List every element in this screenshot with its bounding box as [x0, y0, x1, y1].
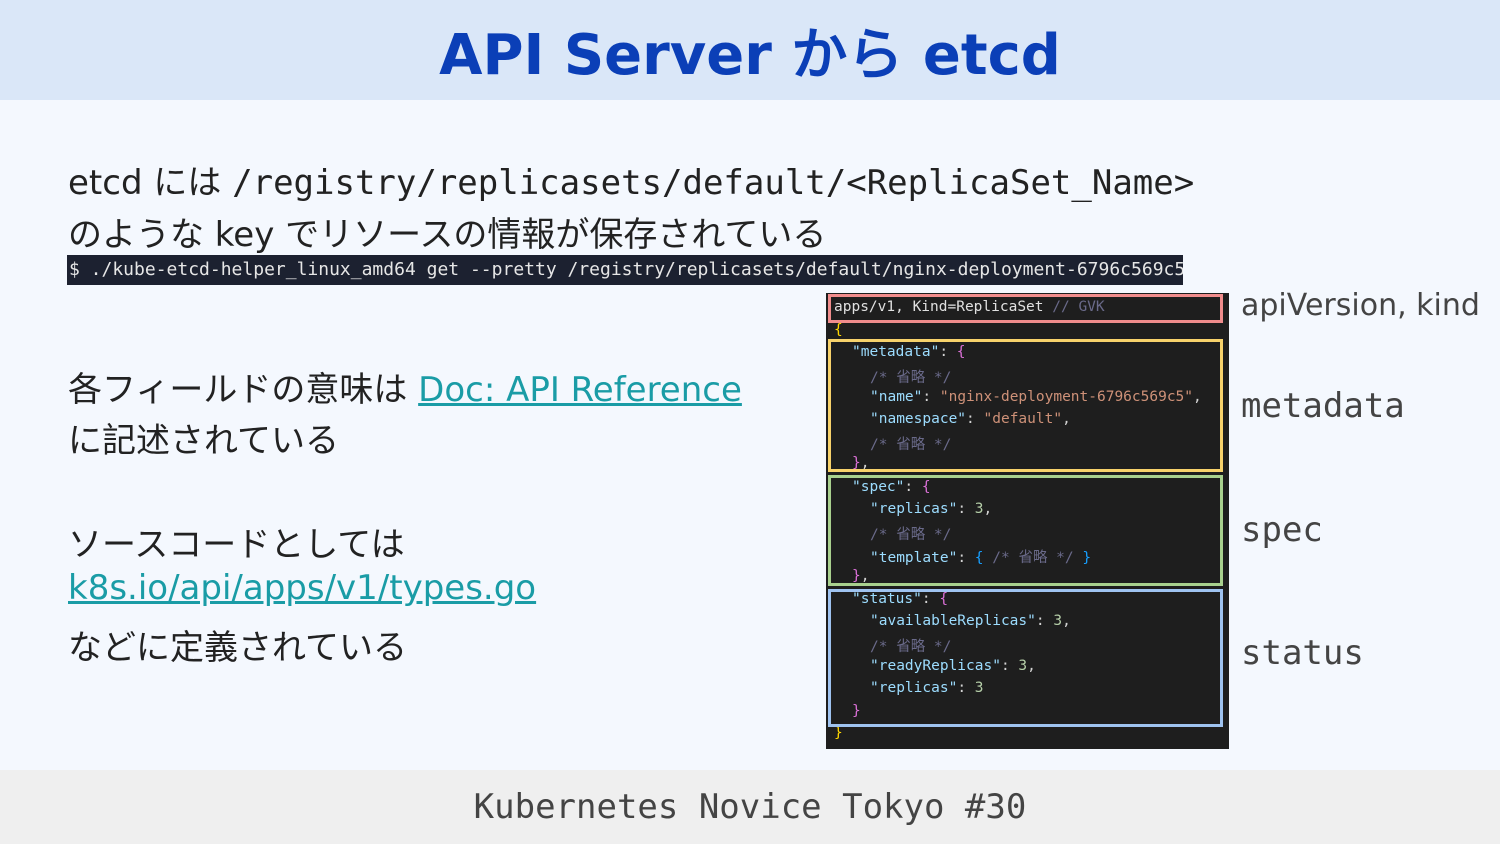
label-metadata: metadata — [1241, 386, 1405, 426]
label-apiversion-kind: apiVersion, kind — [1241, 288, 1480, 323]
slide-footer: Kubernetes Novice Tokyo #30 — [0, 770, 1500, 844]
source-line-3: などに定義されている — [68, 628, 407, 668]
source-line-1: ソースコードとしては — [68, 525, 405, 565]
fields-line-2: に記述されている — [68, 421, 339, 461]
etcd-helper-command: $ ./kube-etcd-helper_linux_amd64 get --p… — [67, 255, 1183, 285]
types-go-link[interactable]: k8s.io/api/apps/v1/types.go — [68, 568, 536, 608]
replicaset-json-code: apps/v1, Kind=ReplicaSet // GVK { "metad… — [826, 293, 1229, 749]
code-open-brace: { — [834, 322, 843, 338]
intro-line-1: etcd には /registry/replicasets/default/<R… — [68, 155, 1194, 204]
slide-header: API Server から etcd — [0, 0, 1500, 100]
fields-line-1: 各フィールドの意味は Doc: API Reference — [68, 362, 742, 411]
registry-path: /registry/replicasets/default/<ReplicaSe… — [232, 163, 1195, 203]
intro-prefix: etcd には — [68, 163, 233, 203]
spec-highlight-box — [828, 475, 1223, 586]
slide-title: API Server から etcd — [439, 22, 1061, 88]
metadata-highlight-box — [828, 339, 1223, 472]
gvk-highlight-box — [828, 294, 1223, 323]
label-spec: spec — [1241, 510, 1323, 550]
code-close-brace: } — [834, 725, 843, 741]
fields-prefix: 各フィールドの意味は — [68, 370, 419, 410]
event-name: Kubernetes Novice Tokyo #30 — [473, 787, 1027, 827]
label-status: status — [1241, 633, 1364, 673]
api-reference-link[interactable]: Doc: API Reference — [418, 370, 742, 410]
intro-line-2: のような key でリソースの情報が保存されている — [68, 215, 827, 255]
status-highlight-box — [828, 589, 1223, 727]
